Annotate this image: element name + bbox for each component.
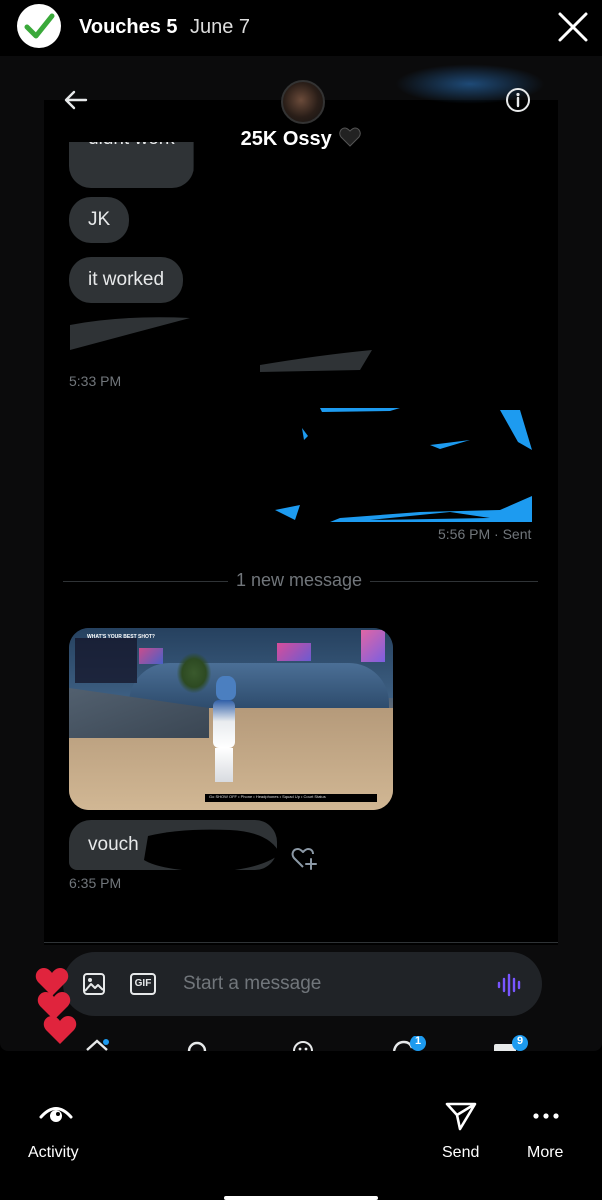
home-icon[interactable] [84, 1038, 110, 1051]
redaction-scribble [144, 829, 280, 872]
notifications-icon[interactable]: 1 [392, 1036, 432, 1051]
more-label[interactable]: More [527, 1144, 563, 1162]
message-timestamp: 6:35 PM [69, 875, 122, 891]
close-icon[interactable] [556, 10, 590, 44]
game-poster [139, 648, 163, 664]
heart-reaction-icon [42, 1014, 78, 1046]
redaction-scribble [275, 408, 532, 522]
grok-icon[interactable] [292, 1040, 314, 1051]
game-poster [361, 630, 385, 662]
game-hud-panel [75, 638, 137, 683]
new-message-label: 1 new message [228, 570, 371, 591]
image-icon[interactable] [82, 972, 106, 996]
voice-message-icon[interactable] [496, 972, 522, 998]
notifications-badge: 1 [415, 1036, 422, 1047]
message-bubble[interactable]: it worked [69, 257, 184, 303]
activity-eye-icon[interactable] [38, 1100, 74, 1130]
story-title: Vouches 5 [79, 16, 178, 38]
game-plant [177, 653, 211, 693]
story-avatar-check-icon[interactable] [17, 4, 61, 48]
game-mascot-body [213, 700, 235, 748]
send-icon[interactable] [444, 1100, 478, 1132]
more-icon[interactable] [532, 1108, 560, 1119]
message-bubble[interactable]: didnt work [69, 142, 194, 188]
back-arrow-icon[interactable] [62, 86, 90, 114]
messages-icon[interactable]: 9 [492, 1034, 532, 1051]
gif-icon[interactable]: GIF [130, 973, 156, 995]
game-mascot-head [216, 676, 236, 700]
search-icon[interactable] [186, 1040, 210, 1051]
game-mascot-legs [215, 748, 233, 782]
send-label[interactable]: Send [442, 1144, 479, 1162]
messages-badge: 9 [517, 1035, 524, 1047]
game-screenshot-image[interactable]: WHAT'S YOUR BEST SHOT? Go SHOW OFF • Pho… [69, 628, 393, 810]
game-hud-text: Go SHOW OFF • Phone • Headphones • Squad… [209, 794, 326, 799]
game-hud-title: WHAT'S YOUR BEST SHOT? [87, 634, 155, 640]
home-indicator [224, 1196, 378, 1200]
black-heart-icon [339, 127, 362, 147]
composer-separator [44, 942, 558, 943]
message-status: 5:56 PM · Sent [438, 526, 532, 542]
message-input[interactable]: Start a message [183, 973, 321, 995]
react-heart-add-icon[interactable] [290, 845, 318, 871]
game-stadium [129, 663, 389, 708]
info-icon[interactable] [505, 87, 531, 113]
story-date: June 7 [190, 16, 251, 38]
message-bubble[interactable]: JK [69, 197, 130, 243]
message-timestamp: 5:33 PM [69, 373, 122, 389]
game-poster [277, 643, 311, 661]
contact-avatar[interactable] [281, 80, 325, 124]
activity-label[interactable]: Activity [28, 1144, 79, 1162]
redaction-scribble [69, 317, 372, 372]
